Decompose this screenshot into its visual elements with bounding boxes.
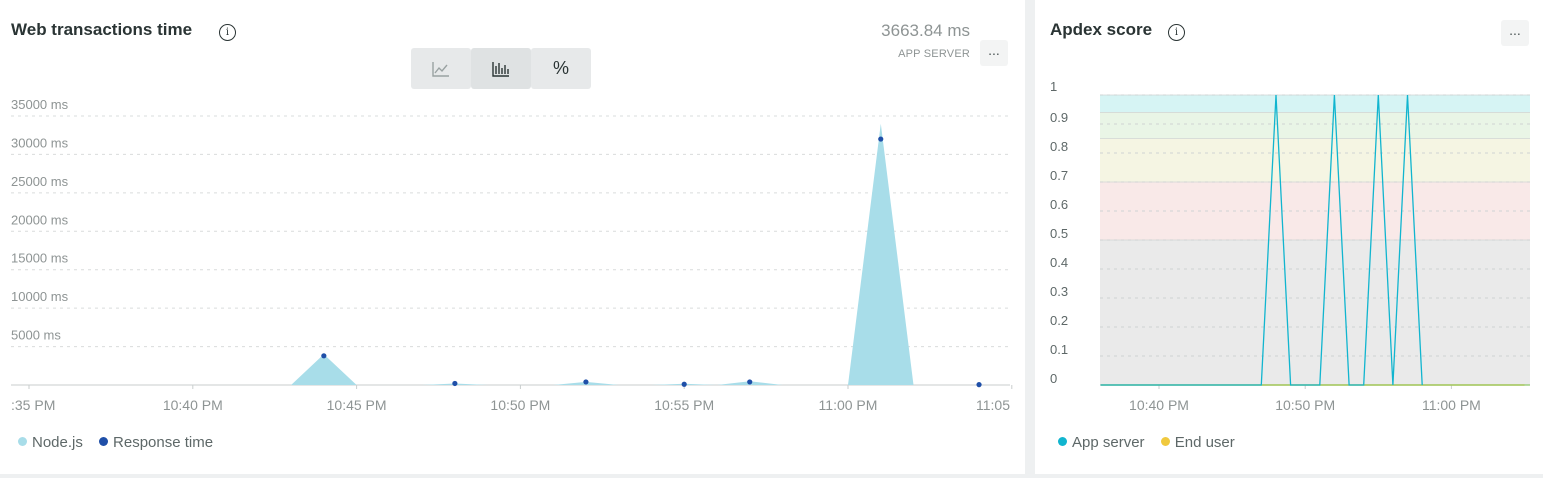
y-tick-label: 0.4 <box>1050 255 1068 270</box>
y-tick-label: 15000 ms <box>11 251 69 266</box>
legend-item-app-server[interactable]: App server <box>1058 434 1145 451</box>
web-transactions-panel: Web transactions time i % 3663.84 ms APP… <box>0 0 1025 474</box>
y-tick-label: 0.9 <box>1050 110 1068 125</box>
apdex-chart: 1 0.9 0.8 0.7 0.6 0.5 0.4 0.3 0.2 0.1 0 10:40 PM 10:… <box>1050 79 1530 413</box>
response-time-point <box>321 353 327 359</box>
response-time-point <box>583 379 589 385</box>
y-tick-label: 1 <box>1050 79 1057 94</box>
x-tick-label: 11:00 PM <box>819 397 878 413</box>
x-tick-label: 11:05 <box>976 397 1010 413</box>
legend-swatch <box>1058 436 1067 446</box>
legend-swatch <box>18 436 27 446</box>
x-tick-label: 10:50 PM <box>1275 397 1335 413</box>
response-time-point <box>747 379 753 385</box>
series-area-nodejs <box>291 123 914 385</box>
x-tick-label: 10:40 PM <box>1129 397 1189 413</box>
y-tick-label: 0.1 <box>1050 342 1068 357</box>
response-time-point <box>681 381 687 387</box>
y-tick-label: 10000 ms <box>11 289 69 304</box>
x-tick-label: 10:50 PM <box>490 397 550 413</box>
apdex-band <box>1100 95 1530 113</box>
y-tick-label: 5000 ms <box>11 328 61 343</box>
x-tick-label: 10:40 PM <box>163 397 223 413</box>
y-tick-label: 35000 ms <box>11 97 69 112</box>
web-transactions-chart: 35000 ms 30000 ms 25000 ms 20000 ms 15000 ms… <box>11 97 1013 413</box>
y-tick-label: 0.2 <box>1050 313 1068 328</box>
legend-item-end-user[interactable]: End user <box>1160 434 1235 451</box>
x-tick-label: 10:45 PM <box>327 397 387 413</box>
y-tick-label: 0.5 <box>1050 226 1068 241</box>
y-tick-label: 25000 ms <box>11 174 69 189</box>
chart-legend: Node.js Response time <box>18 434 225 451</box>
y-tick-label: 0.6 <box>1050 197 1068 212</box>
legend-item-response-time[interactable]: Response time <box>99 434 213 451</box>
legend-swatch <box>1160 436 1170 446</box>
legend-item-nodejs[interactable]: Node.js <box>18 434 83 451</box>
apdex-panel: Apdex score i ... 1 0.9 0.8 0.7 0.6 0.5 0.4 0.3… <box>1035 0 1543 474</box>
x-tick-label: 11:00 PM <box>1422 397 1481 413</box>
response-time-point <box>976 382 982 388</box>
y-tick-label: 0.8 <box>1050 139 1068 154</box>
y-tick-label: 0.7 <box>1050 168 1068 183</box>
x-tick-label: 10:55 PM <box>654 397 714 413</box>
response-time-point <box>452 380 458 387</box>
apdex-band <box>1100 112 1530 139</box>
y-tick-label: 20000 ms <box>11 212 69 227</box>
apdex-band <box>1100 138 1530 182</box>
x-tick-label: :35 PM <box>11 397 55 413</box>
apdex-band <box>1100 240 1530 385</box>
y-tick-label: 30000 ms <box>11 135 69 150</box>
y-tick-label: 0.3 <box>1050 284 1068 299</box>
response-time-point <box>878 136 884 142</box>
y-tick-label: 0 <box>1050 371 1057 386</box>
legend-swatch <box>99 436 109 446</box>
chart-legend: App server End user <box>1058 434 1247 451</box>
